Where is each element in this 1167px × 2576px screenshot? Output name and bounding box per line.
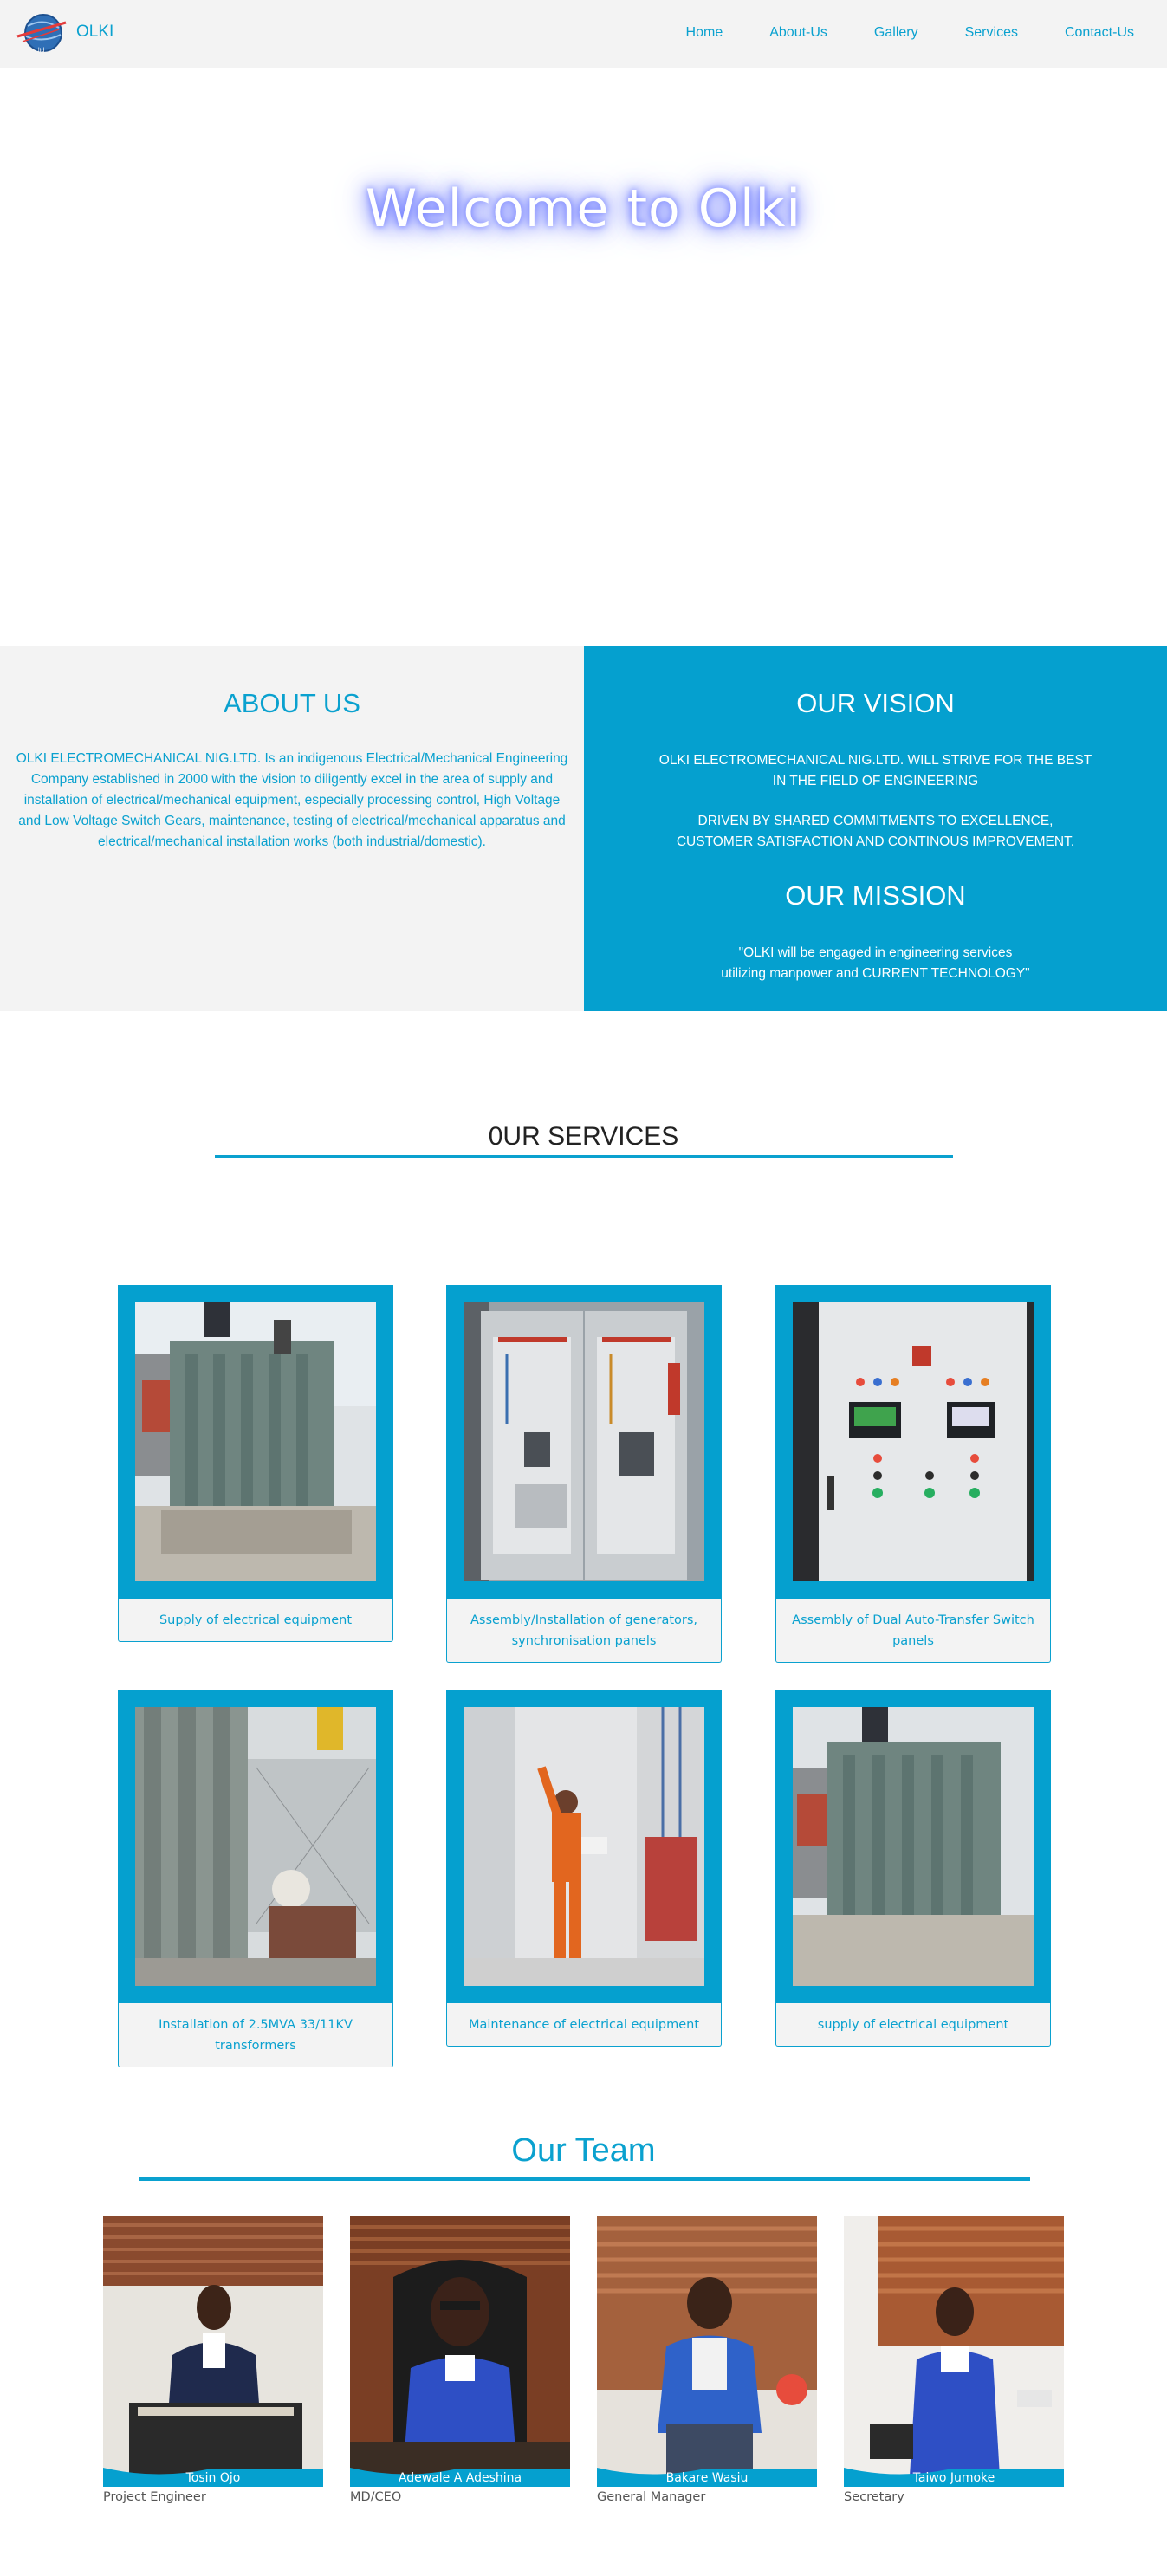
nav-link-gallery[interactable]: Gallery <box>874 25 918 41</box>
service-caption: supply of electrical equipment <box>775 2003 1051 2047</box>
service-caption: Installation of 2.5MVA 33/11KV transform… <box>118 2003 393 2067</box>
member-photo-frame: Bakare Wasiu <box>597 2216 817 2487</box>
vision-text-2: DRIVEN BY SHARED COMMITMENTS TO EXCELLEN… <box>584 811 1167 853</box>
team-underline <box>139 2177 1030 2181</box>
nav-link-services[interactable]: Services <box>965 25 1018 41</box>
about-section: ABOUT US OLKI ELECTROMECHANICAL NIG.LTD.… <box>0 646 584 1011</box>
service-photo-frame <box>446 1285 722 1599</box>
team-member[interactable]: Taiwo Jumoke Secretary <box>844 2216 1064 2504</box>
member-photo-frame: Tosin Ojo <box>103 2216 323 2487</box>
member-photo <box>844 2216 1064 2487</box>
globe-logo-icon[interactable]: ltd <box>16 10 68 55</box>
member-photo <box>350 2216 570 2487</box>
team-member[interactable]: Adewale A Adeshina MD/CEO <box>350 2216 570 2504</box>
member-role: Project Engineer <box>103 2490 206 2504</box>
transformer-photo <box>135 1302 376 1581</box>
service-card[interactable]: supply of electrical equipment <box>775 1690 1051 2047</box>
service-photo-frame <box>446 1690 722 2003</box>
service-caption: Supply of electrical equipment <box>118 1599 393 1642</box>
service-card[interactable]: Assembly/Installation of generators, syn… <box>446 1285 722 1663</box>
vision-mission-section: OUR VISION OLKI ELECTROMECHANICAL NIG.LT… <box>584 646 1167 1011</box>
service-card[interactable]: Maintenance of electrical equipment <box>446 1690 722 2047</box>
member-photo-frame: Adewale A Adeshina <box>350 2216 570 2487</box>
member-role: Secretary <box>844 2490 904 2504</box>
top-navbar: ltd OLKI Home About-Us Gallery Services … <box>0 0 1167 68</box>
service-photo-frame <box>775 1690 1051 2003</box>
svg-text:ltd: ltd <box>38 48 45 54</box>
nav-links: Home About-Us Gallery Services Contact-U… <box>639 25 1134 41</box>
vision-text-1: OLKI ELECTROMECHANICAL NIG.LTD. WILL STR… <box>584 750 1167 792</box>
member-name: Adewale A Adeshina <box>398 2471 522 2485</box>
mission-text: "OLKI will be engaged in engineering ser… <box>584 943 1167 984</box>
member-photo-frame: Taiwo Jumoke <box>844 2216 1064 2487</box>
nav-link-home[interactable]: Home <box>686 25 723 41</box>
hero-title: Welcome to Olki <box>365 178 802 239</box>
services-heading: 0UR SERVICES <box>488 1122 679 1151</box>
mission-heading: OUR MISSION <box>785 880 966 911</box>
service-caption: Assembly of Dual Auto-Transfer Switch pa… <box>775 1599 1051 1663</box>
team-heading: Our Team <box>511 2132 656 2169</box>
member-name: Bakare Wasiu <box>665 2471 749 2485</box>
maintenance-photo <box>464 1707 704 1986</box>
service-card[interactable]: Assembly of Dual Auto-Transfer Switch pa… <box>775 1285 1051 1663</box>
transformer-installation-photo <box>135 1707 376 1986</box>
team-member[interactable]: Bakare Wasiu General Manager <box>597 2216 817 2504</box>
service-caption: Assembly/Installation of generators, syn… <box>446 1599 722 1663</box>
vision-line-2: IN THE FIELD OF ENGINEERING <box>772 774 979 788</box>
member-role: MD/CEO <box>350 2490 402 2504</box>
ats-panel-photo <box>793 1302 1034 1581</box>
member-photo <box>103 2216 323 2487</box>
service-photo-frame <box>118 1285 393 1599</box>
vision-line-3: DRIVEN BY SHARED COMMITMENTS TO EXCELLEN… <box>697 814 1054 828</box>
service-photo-frame <box>118 1690 393 2003</box>
hero-section: Welcome to Olki <box>0 68 1167 646</box>
vision-line-4: CUSTOMER SATISFACTION AND CONTINOUS IMPR… <box>676 834 1075 849</box>
vision-heading: OUR VISION <box>796 688 955 718</box>
member-name: Taiwo Jumoke <box>912 2471 995 2485</box>
transformer-supply-photo <box>793 1707 1034 1986</box>
services-underline <box>215 1155 953 1158</box>
service-card[interactable]: Installation of 2.5MVA 33/11KV transform… <box>118 1690 393 2067</box>
nav-link-contact[interactable]: Contact-Us <box>1065 25 1134 41</box>
member-name: Tosin Ojo <box>185 2471 241 2485</box>
nav-link-about[interactable]: About-Us <box>769 25 827 41</box>
service-card[interactable]: Supply of electrical equipment <box>118 1285 393 1642</box>
control-panel-photo <box>464 1302 704 1581</box>
member-photo <box>597 2216 817 2487</box>
member-role: General Manager <box>597 2490 706 2504</box>
about-text: OLKI ELECTROMECHANICAL NIG.LTD. Is an in… <box>16 751 568 849</box>
vision-line-1: OLKI ELECTROMECHANICAL NIG.LTD. WILL STR… <box>658 753 1092 768</box>
about-heading: ABOUT US <box>224 688 360 718</box>
service-caption: Maintenance of electrical equipment <box>446 2003 722 2047</box>
mission-line-2: utilizing manpower and CURRENT TECHNOLOG… <box>721 966 1030 981</box>
team-member[interactable]: Tosin Ojo Project Engineer <box>103 2216 323 2504</box>
brand-name[interactable]: OLKI <box>76 23 113 42</box>
service-photo-frame <box>775 1285 1051 1599</box>
mission-line-1: "OLKI will be engaged in engineering ser… <box>738 945 1013 960</box>
